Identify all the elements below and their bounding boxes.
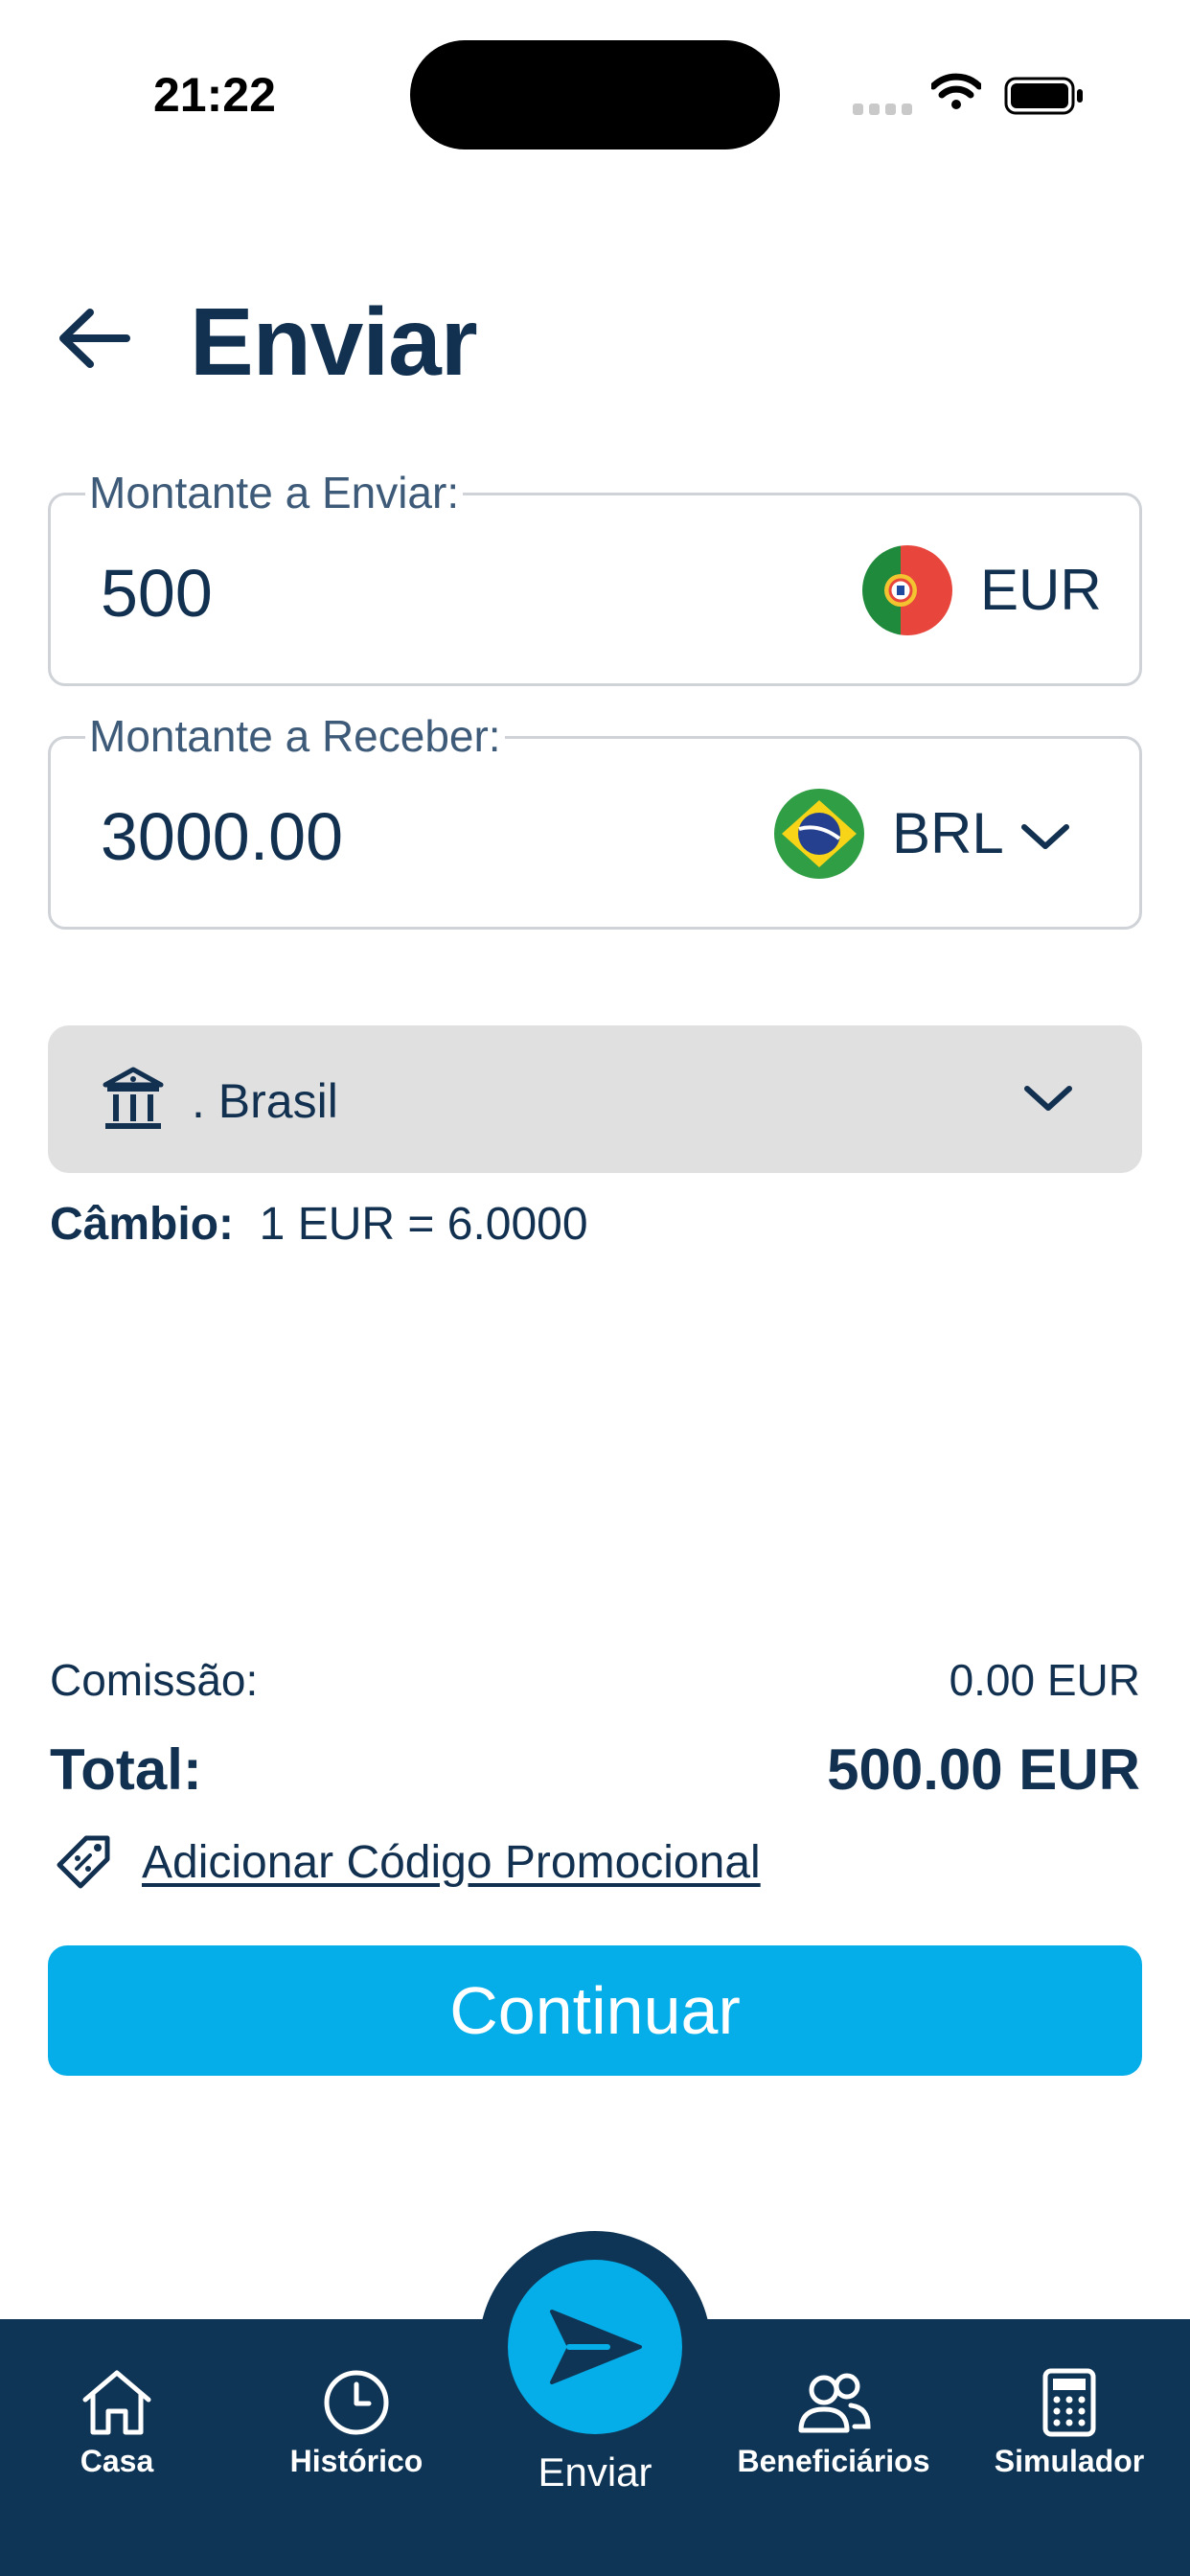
add-promo-code-link[interactable]: Adicionar Código Promocional [142, 1836, 761, 1889]
battery-icon [1004, 77, 1083, 115]
send-fab-button[interactable] [508, 2260, 682, 2434]
home-icon [82, 2370, 151, 2435]
send-currency-code: EUR [980, 558, 1102, 622]
receive-amount-field[interactable]: Montante a Receber: 3000.00 BRL [48, 710, 1142, 930]
send-amount-label: Montante a Enviar: [85, 467, 464, 518]
send-amount-field[interactable]: Montante a Enviar: 500 EUR [48, 467, 1142, 686]
fee-label: Comissão: [50, 1655, 259, 1705]
tab-casa-label: Casa [80, 2444, 154, 2478]
chevron-down-icon [1021, 824, 1069, 849]
arrow-left-icon[interactable] [56, 305, 132, 372]
tab-historico-label: Histórico [289, 2444, 423, 2478]
total-label: Total: [50, 1737, 202, 1802]
discount-tag-icon [57, 1835, 110, 1889]
clock-icon [324, 2370, 389, 2435]
bank-country-select[interactable]: . Brasil [48, 1025, 1142, 1173]
receive-amount-input[interactable]: 3000.00 [101, 798, 343, 875]
bank-select-label: . Brasil [192, 1074, 338, 1128]
send-amount-input[interactable]: 500 [101, 555, 213, 632]
brazil-flag-icon [774, 789, 864, 879]
bank-icon [103, 1067, 164, 1129]
page-title: Enviar [190, 288, 478, 396]
fee-value: 0.00 EUR [949, 1655, 1140, 1705]
dynamic-island [410, 40, 780, 150]
exchange-rate-label: Câmbio: [50, 1199, 234, 1250]
cellular-signal-icon [853, 104, 912, 115]
status-time: 21:22 [153, 68, 276, 122]
wifi-icon [931, 73, 981, 109]
tab-simulador-label: Simulador [994, 2444, 1145, 2478]
tab-beneficiarios-label: Beneficiários [737, 2444, 930, 2478]
tab-simulador[interactable]: Simulador [954, 2367, 1184, 2479]
total-value: 500.00 EUR [827, 1737, 1140, 1802]
chevron-down-icon [1024, 1086, 1072, 1111]
portugal-flag-icon [862, 545, 952, 635]
receive-currency-code: BRL [892, 801, 1004, 865]
continue-button[interactable]: Continuar [48, 1945, 1142, 2076]
tab-enviar-label[interactable]: Enviar [479, 2450, 711, 2496]
receive-amount-label: Montante a Receber: [85, 710, 505, 762]
exchange-rate-value: 1 EUR = 6.0000 [259, 1199, 588, 1250]
send-icon [550, 2310, 642, 2384]
tab-historico[interactable]: Histórico [241, 2367, 471, 2479]
calculator-icon [1042, 2368, 1096, 2437]
users-icon [798, 2373, 871, 2433]
tab-beneficiarios[interactable]: Beneficiários [719, 2367, 949, 2479]
tab-casa[interactable]: Casa [2, 2367, 232, 2479]
exchange-rate: Câmbio: 1 EUR = 6.0000 [50, 1198, 588, 1251]
